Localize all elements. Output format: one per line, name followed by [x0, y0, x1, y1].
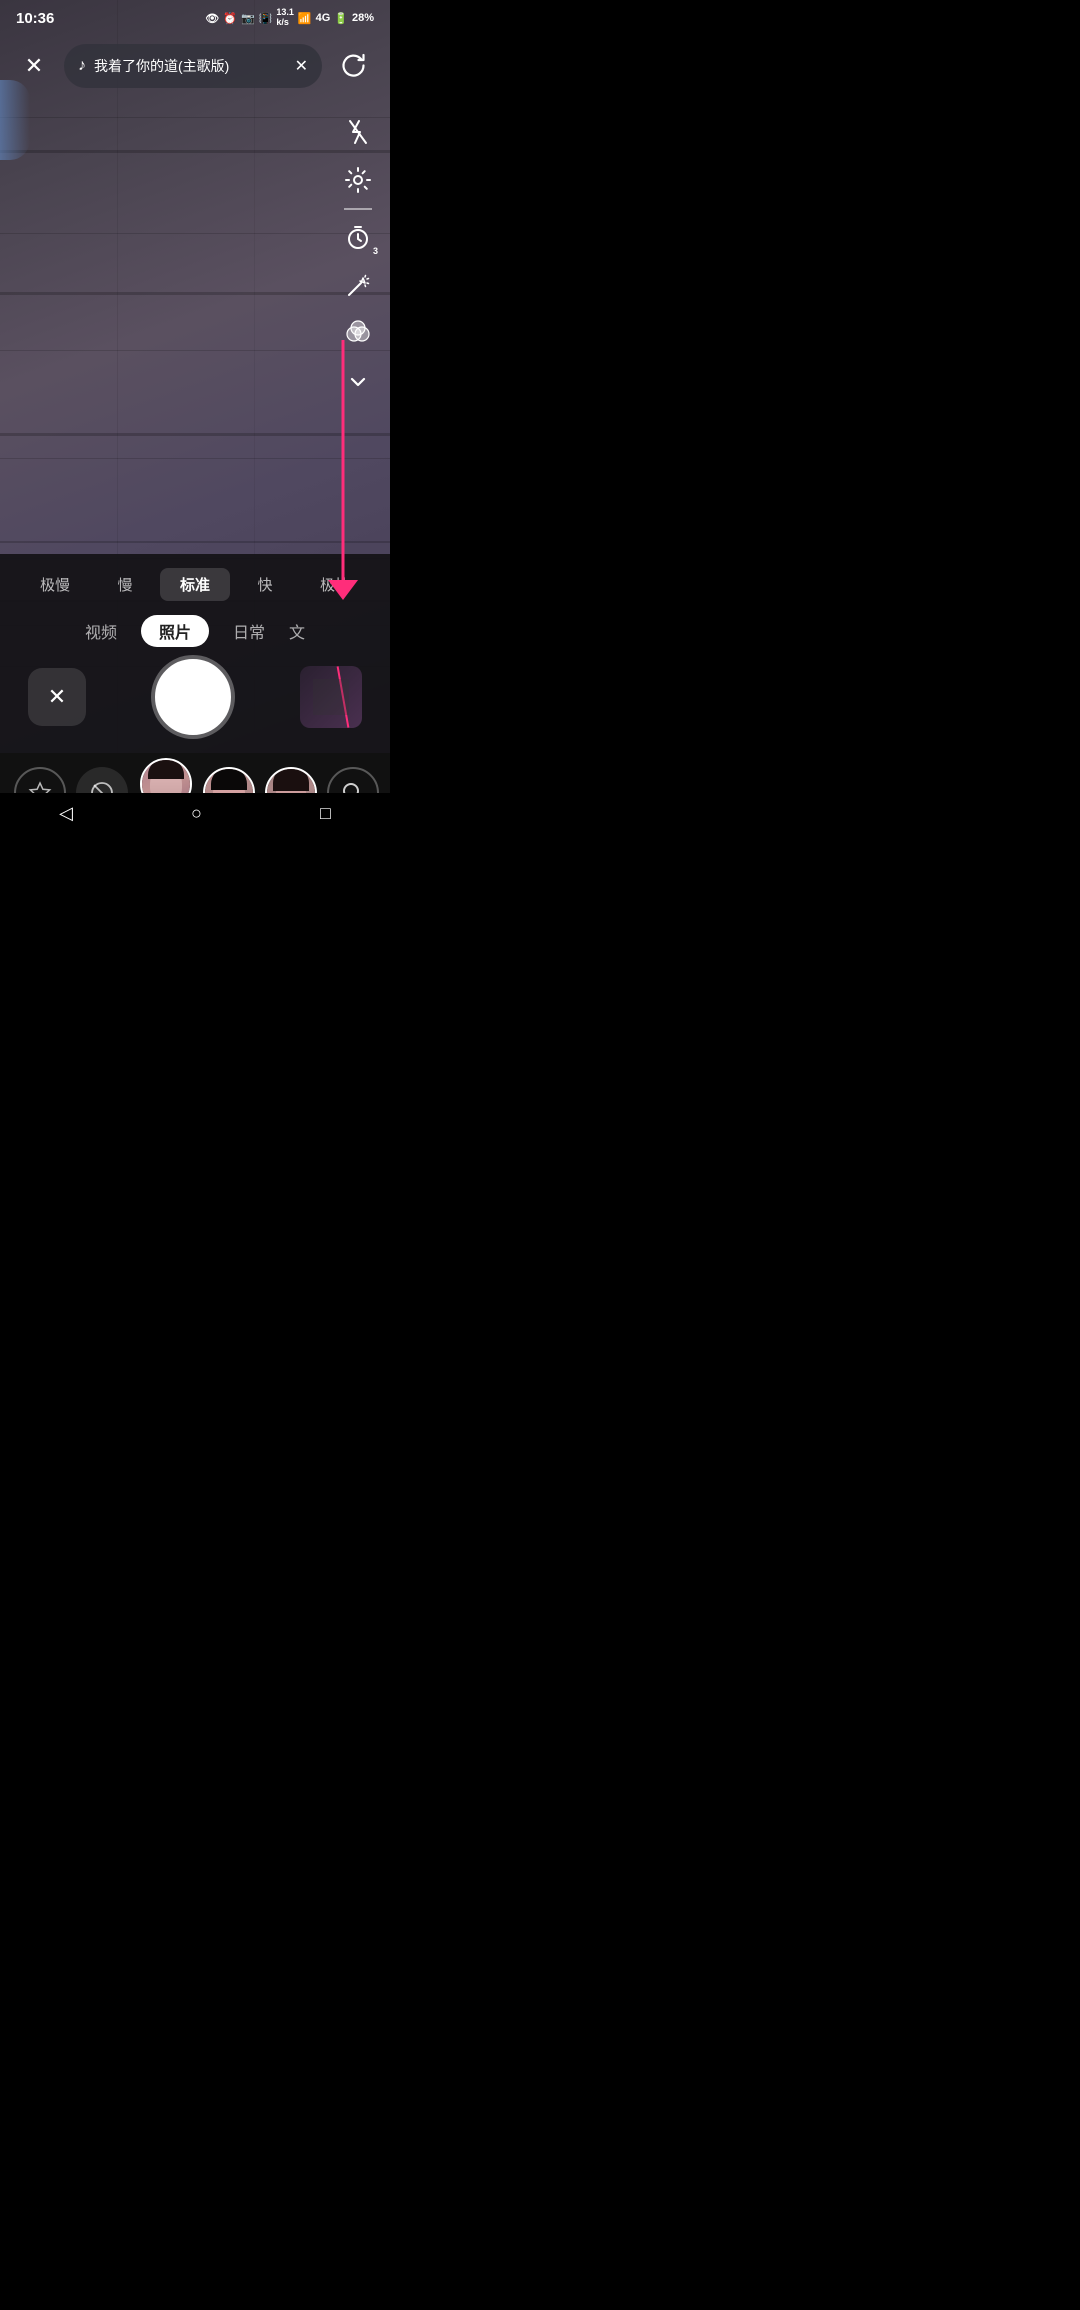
eye-icon: 👁 — [205, 12, 219, 25]
alarm-icon: ⏰ — [223, 12, 237, 25]
speed-item-kuai[interactable]: 快 — [230, 568, 300, 601]
magic-wand-button[interactable] — [336, 264, 380, 308]
flash-off-button[interactable] — [336, 110, 380, 154]
status-time: 10:36 — [16, 10, 54, 27]
camera-controls: ✕ — [0, 659, 390, 745]
status-bar: 10:36 👁 ⏰ 📷 📳 13.1k/s 📶 4G 🔋 28% — [0, 0, 390, 36]
speed-item-man[interactable]: 慢 — [90, 568, 160, 601]
battery-icon: 🔋 — [334, 12, 348, 25]
signal-icon: 4G — [316, 12, 331, 24]
refresh-button[interactable] — [332, 44, 376, 88]
music-pill[interactable]: ♪ 我着了你的道(主歌版) ✕ — [64, 44, 322, 88]
battery-text: 28% — [352, 12, 374, 24]
shutter-button[interactable] — [155, 659, 231, 735]
music-title: 我着了你的道(主歌版) — [94, 56, 287, 76]
back-button[interactable]: ◁ — [39, 795, 93, 832]
vibrate-icon: 📳 — [259, 12, 273, 25]
settings-button[interactable] — [336, 158, 380, 202]
timer-badge: 3 — [373, 246, 378, 256]
pink-arrow — [328, 340, 358, 600]
speed-item-jiman[interactable]: 极慢 — [20, 568, 90, 601]
top-close-button[interactable]: ✕ — [14, 46, 54, 86]
music-close-button[interactable]: ✕ — [295, 56, 308, 76]
mode-daily[interactable]: 日常 — [233, 619, 265, 643]
top-bar: ✕ ♪ 我着了你的道(主歌版) ✕ — [0, 36, 390, 96]
home-button[interactable]: ○ — [171, 795, 222, 832]
mode-text[interactable]: 文 — [289, 619, 305, 643]
wifi-icon: 📶 — [298, 12, 312, 25]
speed-text: 13.1k/s — [276, 8, 294, 28]
mode-tabs: 视频 照片 日常 文 — [0, 611, 390, 659]
gallery-thumbnail[interactable] — [300, 666, 362, 728]
cancel-button[interactable]: ✕ — [28, 668, 86, 726]
mode-video[interactable]: 视频 — [85, 619, 117, 643]
camera-icon: 📷 — [241, 12, 255, 25]
speed-item-biaozhun[interactable]: 标准 — [160, 568, 230, 601]
music-note-icon: ♪ — [78, 57, 86, 75]
timer-button[interactable]: 3 — [336, 216, 380, 260]
sidebar-divider — [344, 208, 372, 210]
mode-photo[interactable]: 照片 — [141, 615, 209, 647]
status-icons: 👁 ⏰ 📷 📳 13.1k/s 📶 4G 🔋 28% — [205, 8, 374, 28]
recent-button[interactable]: □ — [300, 795, 351, 832]
thumb-placeholder — [313, 679, 349, 715]
system-nav: ◁ ○ □ — [0, 793, 390, 833]
